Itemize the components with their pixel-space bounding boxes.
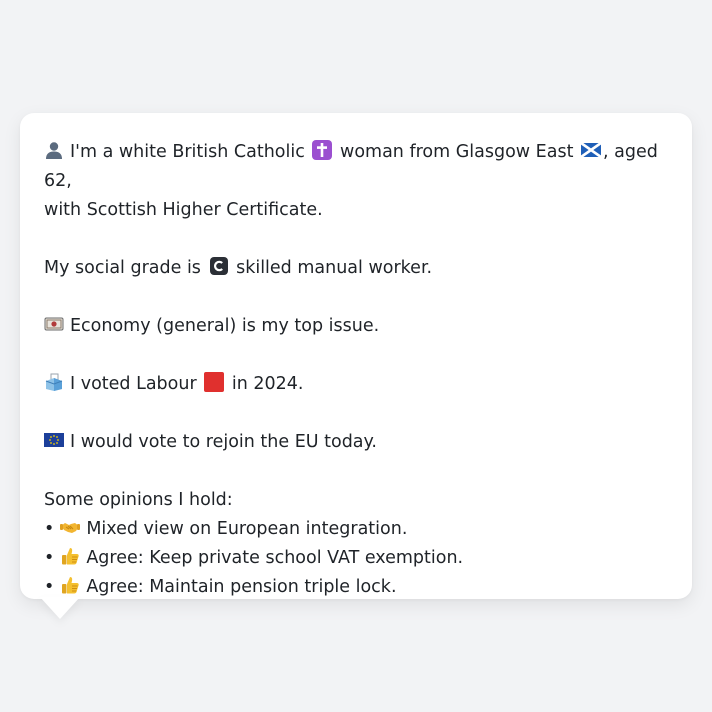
person-silhouette-icon <box>44 140 64 160</box>
bubble-tail <box>40 597 80 619</box>
opinion-text: Agree: Maintain pension triple lock. <box>86 577 397 597</box>
list-item: • Mixed view on European integration. <box>44 515 668 544</box>
list-item: • Agree: Keep private school VAT exempti… <box>44 544 668 573</box>
bullet: • <box>44 577 55 597</box>
top-issue-line: Economy (general) is my top issue. <box>44 312 668 341</box>
opinions-heading: Some opinions I hold: <box>44 490 233 510</box>
opinion-text: Agree: Keep private school VAT exemption… <box>86 548 464 568</box>
vote-text-b: in 2024. <box>231 374 304 394</box>
intro-line: I'm a white British Catholic woman from … <box>44 138 668 196</box>
intro-text-a: I'm a white British Catholic <box>70 142 305 162</box>
red-square-icon <box>204 372 225 392</box>
intro-line-2: with Scottish Higher Certificate. <box>44 200 323 220</box>
thumbs-up-icon <box>60 546 80 566</box>
grade-text-b: skilled manual worker. <box>236 258 433 278</box>
ballot-box-icon <box>44 372 64 392</box>
intro-text-b: woman from Glasgow East <box>340 142 574 162</box>
list-item: • Agree: Maintain pension triple lock. <box>44 573 668 602</box>
profile-message-bubble: I'm a white British Catholic woman from … <box>20 113 692 599</box>
eu-text: I would vote to rejoin the EU today. <box>70 432 377 452</box>
top-issue-text: Economy (general) is my top issue. <box>70 316 380 336</box>
scotland-flag-icon <box>581 140 602 160</box>
opinions-list: • Mixed view on European integration. • … <box>44 515 668 602</box>
money-icon <box>44 314 64 334</box>
opinion-text: Mixed view on European integration. <box>86 519 408 539</box>
thumbs-up-icon <box>60 575 80 595</box>
latin-cross-icon <box>312 140 333 160</box>
circled-c-icon <box>209 256 229 276</box>
social-grade-line: My social grade is skilled manual worker… <box>44 254 668 283</box>
vote-line: I voted Labour in 2024. <box>44 370 668 399</box>
handshake-icon <box>60 517 81 537</box>
bullet: • <box>44 548 55 568</box>
eu-line: I would vote to rejoin the EU today. <box>44 428 668 457</box>
eu-flag-icon <box>44 430 64 450</box>
grade-text-a: My social grade is <box>44 258 201 278</box>
vote-text-a: I voted Labour <box>70 374 197 394</box>
bullet: • <box>44 519 55 539</box>
